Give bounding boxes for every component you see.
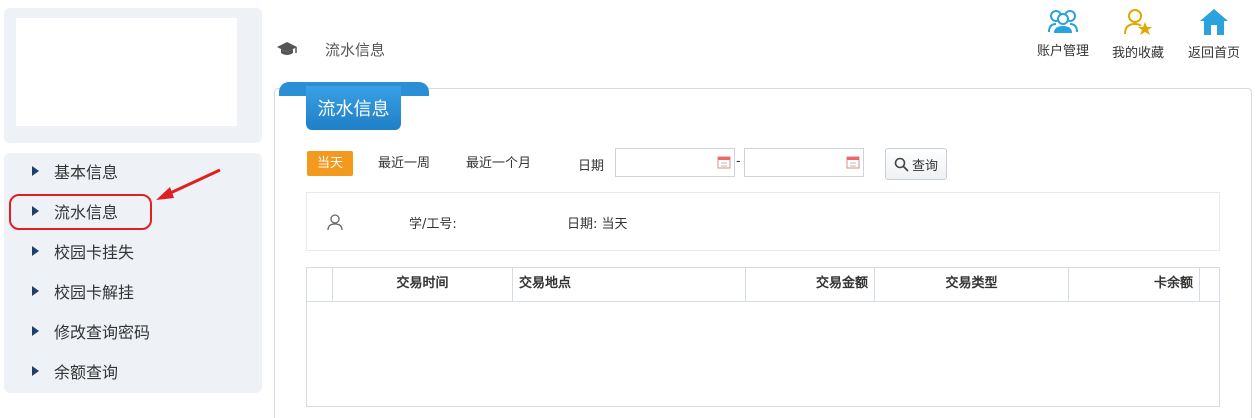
sidebar-item-label: 基本信息 <box>54 163 119 182</box>
sidebar-item-card-loss[interactable]: 校园卡挂失 <box>4 233 262 269</box>
sidebar-item-label: 余额查询 <box>54 363 119 382</box>
sidebar-item-label: 修改查询密码 <box>54 323 151 342</box>
user-icon <box>327 214 343 231</box>
user-star-icon <box>1124 9 1152 35</box>
sidebar-item-label: 校园卡解挂 <box>54 283 135 302</box>
sidebar-item-label: 校园卡挂失 <box>54 243 135 262</box>
date-label: 日期 <box>578 159 605 174</box>
calendar-icon[interactable] <box>717 155 731 169</box>
annotation-arrow-icon <box>156 168 221 200</box>
return-home-label: 返回首页 <box>1187 46 1240 61</box>
graduation-cap-icon <box>277 42 297 55</box>
my-favorites-button[interactable]: 我的收藏 <box>1106 8 1170 61</box>
date-separator: - <box>736 154 741 169</box>
search-button[interactable]: 查询 <box>885 148 947 180</box>
panel-title: 流水信息 <box>306 86 401 130</box>
search-icon <box>894 157 909 172</box>
filter-last-month-chip[interactable]: 最近一个月 <box>456 151 541 176</box>
query-date-text: 日期: 当天 <box>567 217 628 232</box>
calendar-icon[interactable] <box>846 155 860 169</box>
sidebar-item-balance[interactable]: 余额查询 <box>4 353 262 389</box>
my-favorites-label: 我的收藏 <box>1111 46 1164 61</box>
chevron-right-icon <box>32 246 39 256</box>
home-icon <box>1200 9 1228 35</box>
account-management-button[interactable]: 账户管理 <box>1031 8 1095 59</box>
sidebar-item-card-unlock[interactable]: 校园卡解挂 <box>4 273 262 309</box>
table-header-cell: 交易时间 <box>333 267 513 301</box>
sidebar-item-change-password[interactable]: 修改查询密码 <box>4 313 262 349</box>
table-header: 交易时间 交易地点 交易金额 交易类型 卡余额 <box>306 267 1220 302</box>
search-button-label: 查询 <box>911 158 938 174</box>
table-header-cell: 卡余额 <box>1069 267 1200 301</box>
date-to-input[interactable] <box>744 148 864 177</box>
chevron-right-icon <box>32 326 39 336</box>
filter-today-chip[interactable]: 当天 <box>307 151 354 176</box>
table-header-cell: 交易金额 <box>746 267 875 301</box>
logo-placeholder <box>16 18 237 126</box>
table-header-cell: 交易地点 <box>513 267 746 301</box>
chevron-right-icon <box>32 286 39 296</box>
annotation-highlight <box>9 194 152 230</box>
chevron-right-icon <box>32 366 39 376</box>
logo-panel <box>4 8 262 143</box>
table-header-cell: 交易类型 <box>875 267 1069 301</box>
return-home-button[interactable]: 返回首页 <box>1182 8 1246 61</box>
account-management-label: 账户管理 <box>1036 44 1089 59</box>
breadcrumb: 流水信息 <box>325 41 386 59</box>
table-header-checkbox-column <box>306 267 333 301</box>
chevron-right-icon <box>32 166 39 176</box>
filter-last-week-chip[interactable]: 最近一周 <box>368 151 440 176</box>
users-icon <box>1048 10 1078 33</box>
student-id-label: 学/工号: <box>409 217 457 232</box>
date-from-input[interactable] <box>615 148 735 177</box>
